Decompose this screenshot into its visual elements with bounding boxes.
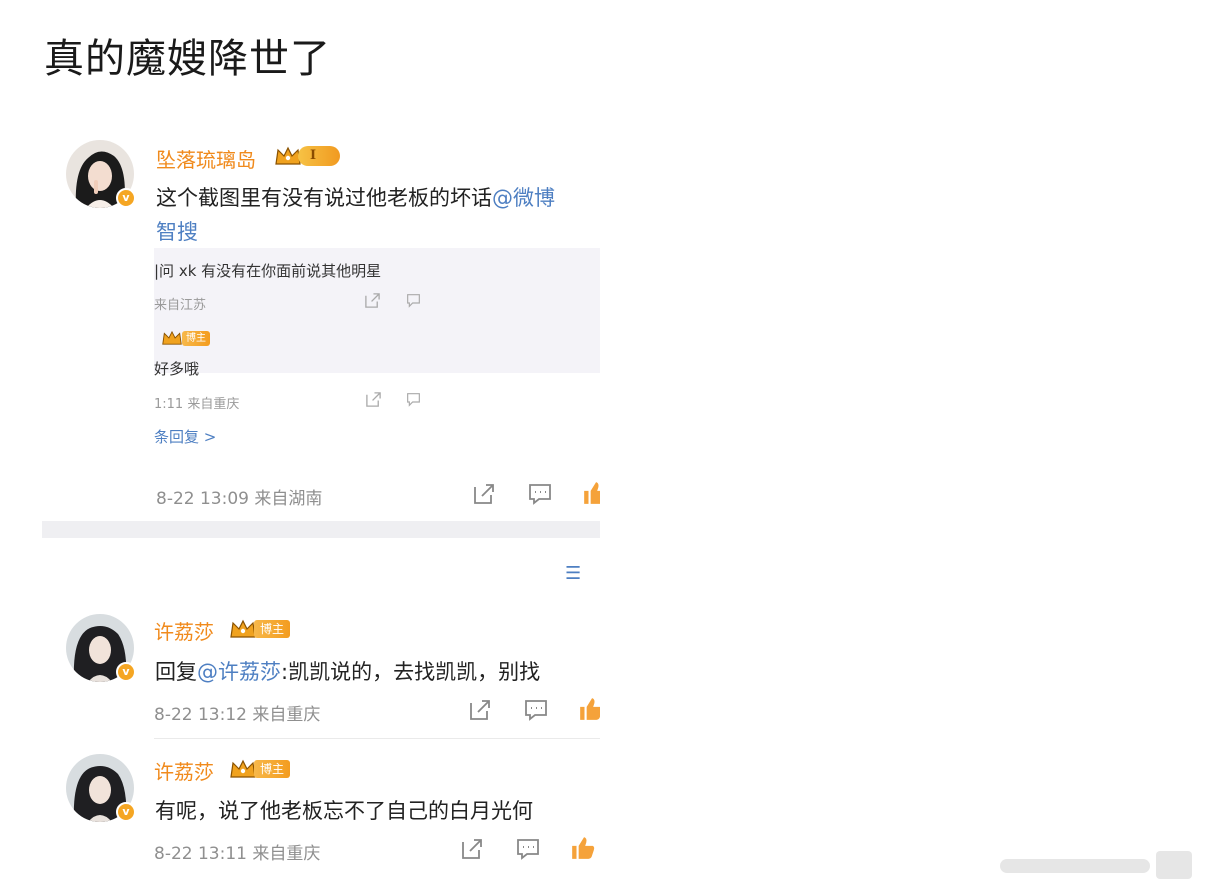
- verified-badge-icon: v: [116, 188, 136, 208]
- like-icon[interactable]: [578, 696, 600, 722]
- quoted-reply-text: |问 xk 有没有在你面前说其他明星: [154, 262, 382, 280]
- comment-username[interactable]: 坠落琉璃岛: [156, 144, 256, 173]
- share-icon: [366, 392, 381, 407]
- comment-separator: [154, 738, 600, 739]
- avatar[interactable]: v: [66, 140, 136, 208]
- share-icon[interactable]: [468, 698, 492, 722]
- comment-text-body: 这个截图里有没有说过他老板的坏话: [156, 186, 492, 210]
- comment-icon[interactable]: [516, 837, 540, 861]
- comment-username[interactable]: 许荔莎: [154, 616, 214, 645]
- quoted-reply-text: 好多哦: [154, 360, 200, 378]
- comment-icon: [407, 393, 420, 407]
- mention-link-continued[interactable]: 智搜: [156, 216, 198, 246]
- comment-meta: 8-22 13:11 来自重庆: [154, 844, 321, 864]
- level-badge: I: [298, 146, 340, 166]
- share-icon: [365, 293, 380, 308]
- quoted-reply-meta: 来自江苏: [154, 298, 207, 313]
- verified-badge-icon: v: [116, 802, 136, 822]
- crown-icon: [162, 330, 182, 345]
- blogger-badge: 博主: [254, 620, 291, 638]
- crown-icon: [230, 759, 256, 778]
- comment-text: 回复@许荔莎:凯凯说的，去找凯凯，别找: [155, 656, 540, 686]
- quoted-reply-meta: 1:11 来自重庆: [154, 397, 240, 412]
- sort-icon[interactable]: ☰: [565, 563, 581, 584]
- post-title: 真的魔嫂降世了: [44, 36, 331, 82]
- mention-link[interactable]: @许荔莎: [197, 660, 281, 684]
- reply-prefix: 回复: [155, 660, 197, 684]
- comment-text: 这个截图里有没有说过他老板的坏话@微博: [156, 182, 555, 212]
- like-icon[interactable]: [582, 480, 600, 506]
- comment-icon: [407, 294, 420, 308]
- comment-username[interactable]: 许荔莎: [154, 756, 214, 785]
- avatar[interactable]: v: [66, 614, 136, 682]
- avatar[interactable]: v: [66, 754, 136, 822]
- mention-link[interactable]: @微博: [492, 186, 555, 210]
- blogger-badge: 博主: [182, 331, 210, 346]
- comment-meta: 8-22 13:12 来自重庆: [154, 705, 321, 725]
- verified-badge-icon: v: [116, 662, 136, 682]
- comment-text: 有呢，说了他老板忘不了自己的白月光何: [155, 799, 533, 823]
- like-icon[interactable]: [570, 835, 596, 861]
- comment-screenshot: v 坠落琉璃岛 I 这个截图里有没有说过他老板的坏话@微博 智搜 |问 xk 有…: [42, 128, 600, 873]
- share-icon[interactable]: [460, 837, 484, 861]
- more-replies-link[interactable]: 条回复 >: [154, 426, 216, 447]
- comment-text-body: :凯凯说的，去找凯凯，别找: [281, 660, 541, 684]
- blogger-badge: 博主: [254, 760, 291, 778]
- comment-icon[interactable]: [524, 698, 548, 722]
- watermark-logo: [1000, 851, 1192, 879]
- crown-icon: [230, 619, 256, 638]
- comment-icon[interactable]: [528, 482, 552, 506]
- section-divider: [42, 521, 600, 538]
- quoted-screenshot: |问 xk 有没有在你面前说其他明星 来自江苏: [154, 248, 600, 373]
- comment-meta: 8-22 13:09 来自湖南: [156, 489, 323, 509]
- share-icon[interactable]: [472, 482, 496, 506]
